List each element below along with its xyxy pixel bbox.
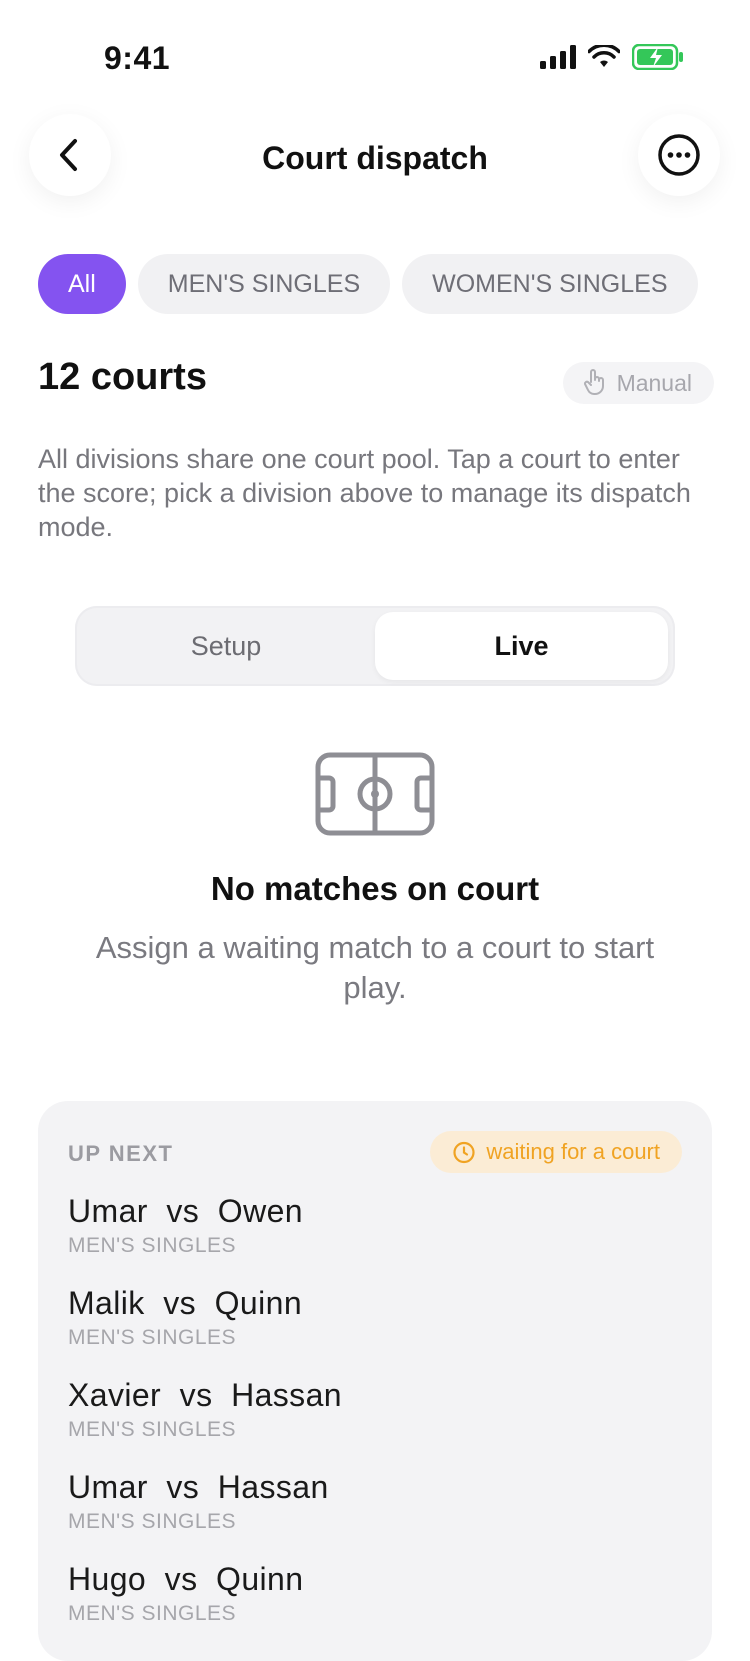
courts-count: 12 courts bbox=[38, 356, 207, 398]
match-name: Xavier vs Hassan bbox=[68, 1377, 342, 1413]
empty-state-title: No matches on court bbox=[210, 870, 540, 907]
match-division: MEN'S SINGLES bbox=[68, 1510, 237, 1533]
division-filter: All MEN'S SINGLES WOMEN'S SINGLES bbox=[38, 254, 714, 316]
filter-chip-womens-singles[interactable]: WOMEN'S SINGLES bbox=[402, 254, 698, 314]
waiting-badge: waiting for a court bbox=[430, 1131, 682, 1173]
segment-live[interactable]: Live bbox=[375, 612, 668, 680]
status-time: 9:41 bbox=[104, 40, 171, 76]
status-bar: 9:41 bbox=[0, 0, 750, 110]
segment-setup[interactable]: Setup bbox=[81, 612, 371, 680]
match-item[interactable]: Umar vs Hassan MEN'S SINGLES bbox=[68, 1469, 668, 1534]
status-icons bbox=[540, 44, 684, 70]
hand-pointer-icon bbox=[583, 369, 604, 395]
empty-state-subtitle: Assign a waiting match to a court to sta… bbox=[95, 930, 655, 1005]
timer-icon bbox=[453, 1141, 475, 1164]
match-item[interactable]: Xavier vs Hassan MEN'S SINGLES bbox=[68, 1377, 668, 1442]
more-icon bbox=[658, 134, 700, 176]
courts-description: All divisions share one court pool. Tap … bbox=[38, 444, 691, 542]
match-division: MEN'S SINGLES bbox=[68, 1234, 237, 1257]
match-name: Malik vs Quinn bbox=[68, 1285, 303, 1321]
dispatch-mode-badge: Manual bbox=[562, 362, 714, 404]
match-division: MEN'S SINGLES bbox=[68, 1418, 237, 1441]
more-button[interactable] bbox=[638, 114, 720, 196]
match-item[interactable]: Umar vs Owen MEN'S SINGLES bbox=[68, 1193, 668, 1258]
up-next-card: UP NEXT waiting for a court Umar vs Owen… bbox=[38, 1101, 712, 1661]
filter-chip-all[interactable]: All bbox=[38, 254, 126, 314]
court-icon bbox=[315, 752, 435, 836]
up-next-label: UP NEXT bbox=[68, 1141, 174, 1166]
wifi-icon bbox=[588, 45, 620, 67]
setup-live-toggle: Setup Live bbox=[75, 606, 675, 686]
match-division: MEN'S SINGLES bbox=[68, 1326, 237, 1349]
filter-chip-mens-singles[interactable]: MEN'S SINGLES bbox=[137, 254, 391, 314]
header: Court dispatch bbox=[0, 110, 750, 210]
match-item[interactable]: Hugo vs Quinn MEN'S SINGLES bbox=[68, 1561, 668, 1626]
battery-icon bbox=[632, 44, 683, 70]
match-name: Umar vs Owen bbox=[68, 1193, 303, 1229]
waiting-badge-label: waiting for a court bbox=[486, 1139, 660, 1164]
match-name: Hugo vs Quinn bbox=[68, 1561, 304, 1597]
dispatch-mode-label: Manual bbox=[616, 370, 692, 396]
signal-icon bbox=[540, 45, 576, 69]
match-name: Umar vs Hassan bbox=[68, 1469, 329, 1505]
match-item[interactable]: Malik vs Quinn MEN'S SINGLES bbox=[68, 1285, 668, 1350]
match-division: MEN'S SINGLES bbox=[68, 1602, 237, 1625]
